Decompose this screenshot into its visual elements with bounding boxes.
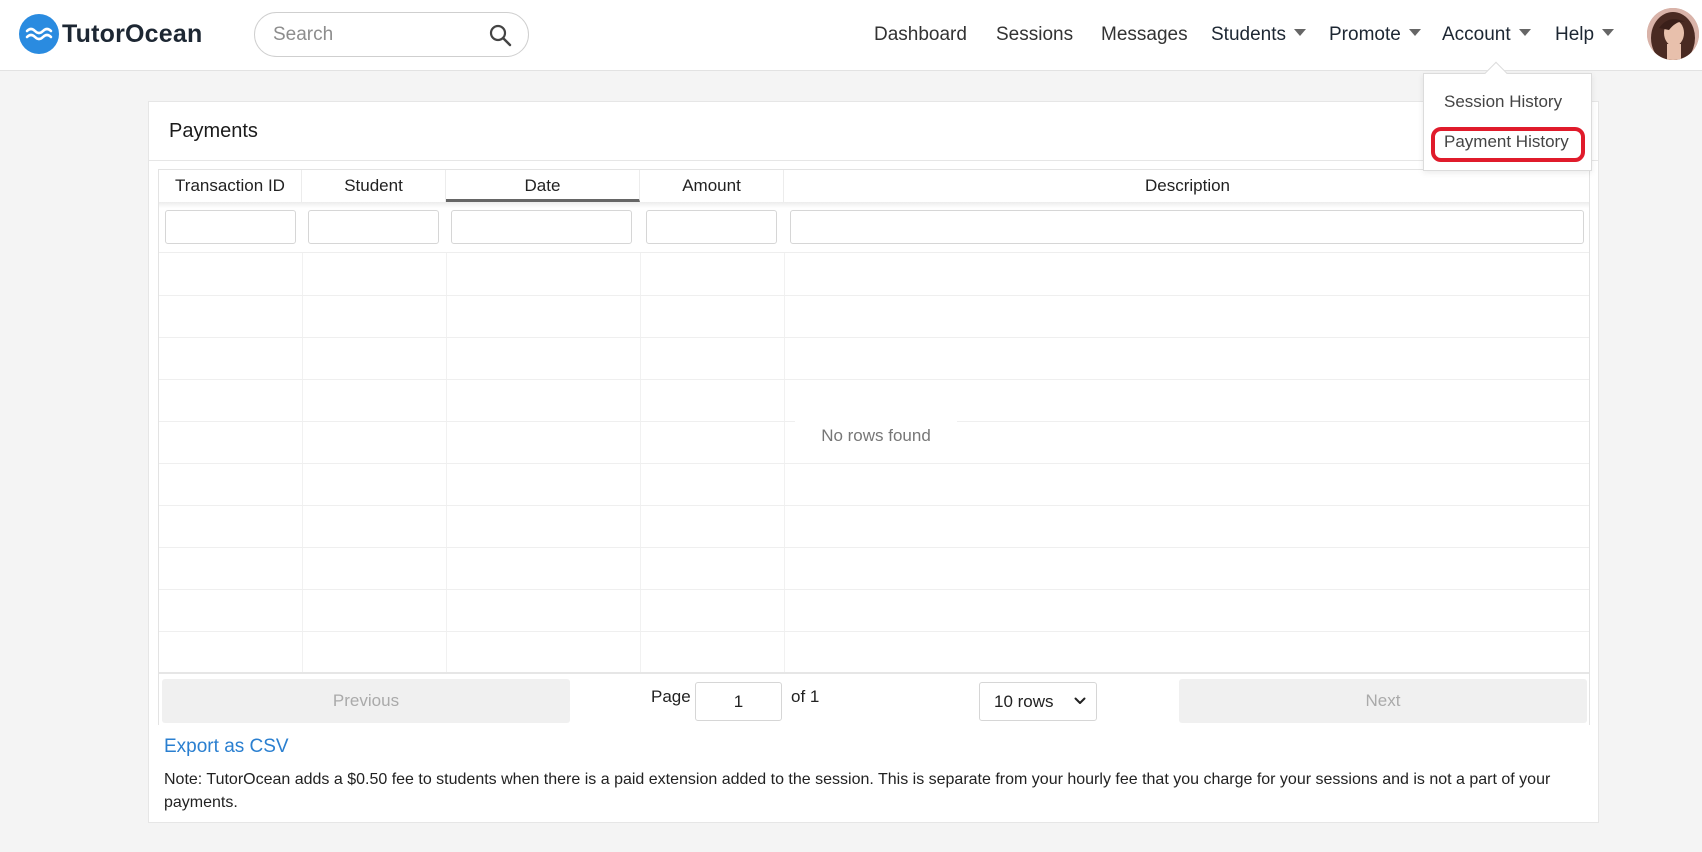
previous-button[interactable]: Previous (162, 679, 570, 723)
column-header-student[interactable]: Student (302, 170, 446, 202)
fee-note: Note: TutorOcean adds a $0.50 fee to stu… (164, 771, 1551, 811)
column-header-description[interactable]: Description (784, 170, 1591, 202)
nav-help-label: Help (1555, 24, 1595, 45)
row-divider (159, 589, 1589, 590)
card-divider (149, 160, 1598, 161)
caret-down-icon (1294, 29, 1306, 37)
page-total-label: of 1 (791, 687, 820, 706)
search-box (254, 12, 529, 57)
pagination-bar: Previous Page of 1 10 rows Next (159, 672, 1589, 725)
column-header-transaction-id[interactable]: Transaction ID (159, 170, 302, 202)
nav-students[interactable]: Students (1211, 22, 1306, 48)
filter-description-input[interactable] (790, 210, 1584, 244)
column-header-amount[interactable]: Amount (640, 170, 784, 202)
payments-card: Payments Transaction ID Student Date Amo… (148, 101, 1599, 823)
caret-down-icon (1602, 29, 1615, 37)
highlight-outline (1431, 127, 1585, 162)
row-divider (159, 505, 1589, 506)
header-shadow (159, 202, 1589, 208)
row-divider (159, 547, 1589, 548)
nav-messages[interactable]: Messages (1101, 22, 1188, 48)
search-input[interactable] (273, 23, 473, 47)
row-divider (159, 295, 1589, 296)
logo-text: TutorOcean (62, 19, 203, 48)
nav-account[interactable]: Account (1442, 22, 1531, 48)
next-button[interactable]: Next (1179, 679, 1587, 723)
page-number-input[interactable] (695, 682, 782, 721)
filter-amount-input[interactable] (646, 210, 777, 244)
nav-promote[interactable]: Promote (1329, 22, 1421, 48)
filter-transaction-id-input[interactable] (165, 210, 296, 244)
empty-state-message: No rows found (795, 414, 957, 458)
row-divider (159, 379, 1589, 380)
column-header-date[interactable]: Date (446, 170, 640, 202)
page-label: Page (651, 687, 691, 706)
nav-students-label: Students (1211, 24, 1286, 45)
filter-student-input[interactable] (308, 210, 439, 244)
logo[interactable]: TutorOcean (19, 14, 202, 54)
filter-date-input[interactable] (451, 210, 632, 244)
filter-row (159, 202, 1589, 253)
rows-per-page-select[interactable]: 10 rows (979, 682, 1097, 721)
caret-down-icon (1518, 29, 1531, 37)
top-navbar: TutorOcean Dashboard Sessions Messages S… (0, 0, 1702, 71)
nav-promote-label: Promote (1329, 24, 1401, 45)
avatar[interactable] (1647, 8, 1699, 60)
chevron-down-icon (1074, 697, 1086, 704)
nav-dashboard[interactable]: Dashboard (874, 22, 967, 48)
account-dropdown-menu: Session History Payment History (1423, 61, 1592, 171)
payments-table: Transaction ID Student Date Amount Descr… (158, 169, 1590, 725)
rows-per-page-value: 10 rows (994, 692, 1054, 711)
row-divider (159, 631, 1589, 632)
export-csv-link[interactable]: Export as CSV (164, 736, 289, 758)
caret-down-icon (1408, 29, 1421, 37)
nav-sessions[interactable]: Sessions (996, 22, 1073, 48)
row-divider (159, 463, 1589, 464)
menu-item-session-history[interactable]: Session History (1444, 92, 1562, 112)
nav-help[interactable]: Help (1555, 22, 1615, 48)
page-title: Payments (169, 120, 258, 142)
wave-logo-icon (19, 14, 59, 54)
search-icon[interactable] (488, 23, 512, 47)
nav-account-label: Account (1442, 24, 1511, 45)
row-divider (159, 337, 1589, 338)
